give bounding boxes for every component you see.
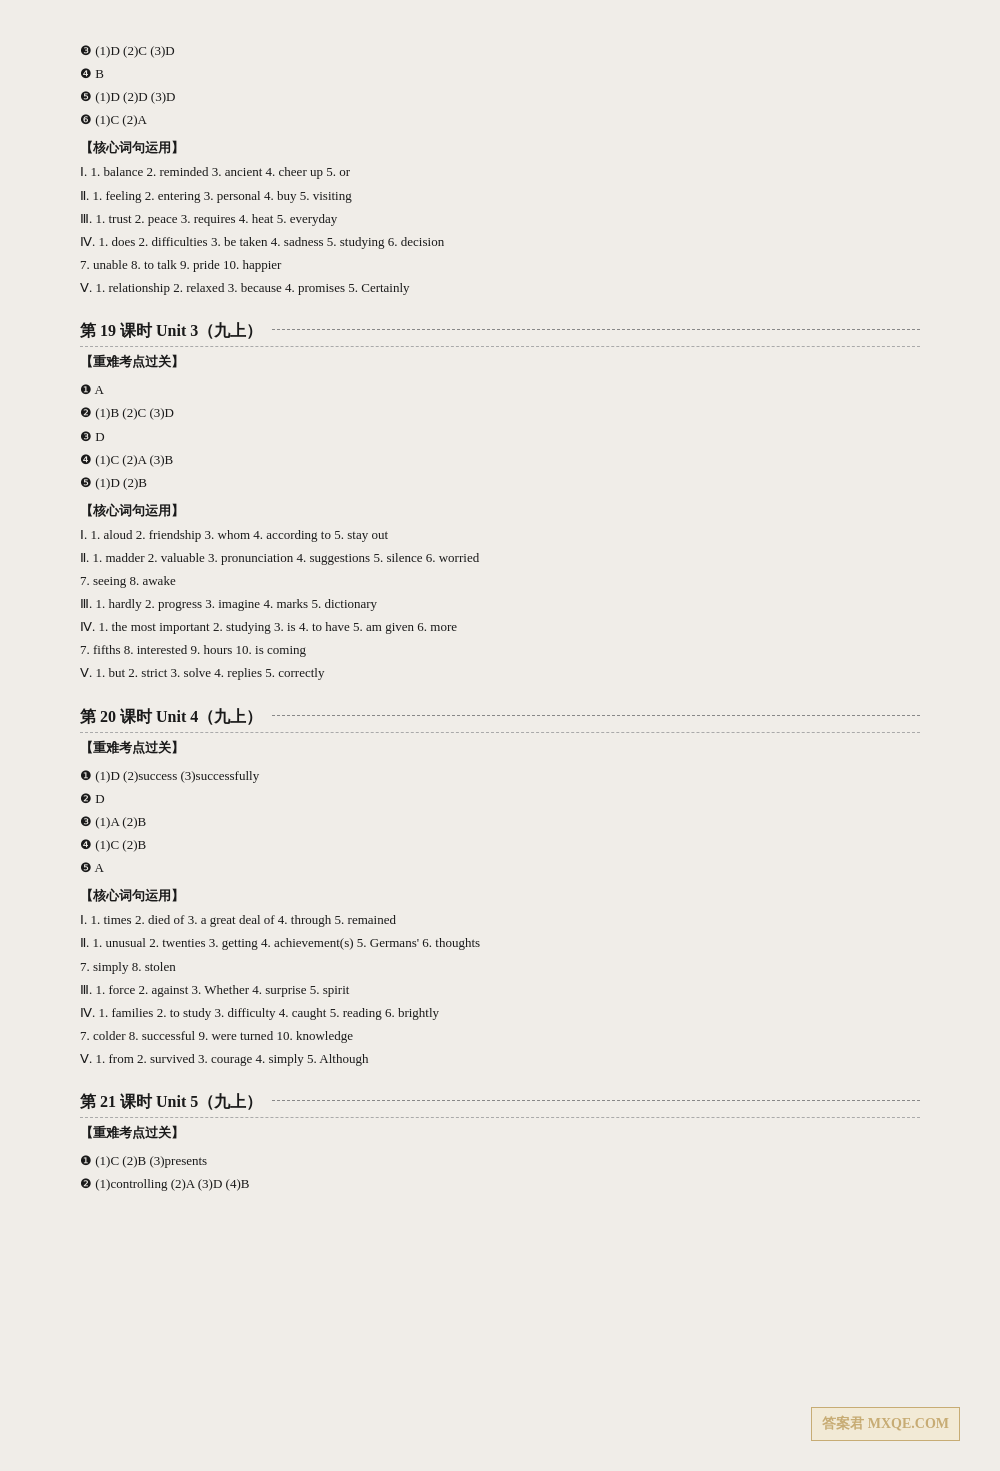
header-dots <box>272 329 920 330</box>
answer-line: ❶ (1)C (2)B (3)presents <box>80 1150 920 1172</box>
vocab-line: Ⅱ. 1. unusual 2. twenties 3. getting 4. … <box>80 932 920 954</box>
answer-line: ❸ D <box>80 426 920 448</box>
vocab-line: Ⅱ. 1. feeling 2. entering 3. personal 4.… <box>80 185 920 207</box>
vocab-section: 【核心词句运用】Ⅰ. 1. times 2. died of 3. a grea… <box>80 885 920 1070</box>
answer-line: ❹ (1)C (2)A (3)B <box>80 449 920 471</box>
header-dots <box>272 715 920 716</box>
answers-section: ❶ (1)D (2)success (3)successfully❷ D❸ (1… <box>80 765 920 879</box>
answer-line: ❹ B <box>80 63 920 85</box>
unit-title: 第 19 课时 Unit 3（九上） <box>80 317 262 344</box>
section-label: 【核心词句运用】 <box>80 137 920 159</box>
section-label: 【重难考点过关】 <box>80 1122 920 1144</box>
unit-title: 第 21 课时 Unit 5（九上） <box>80 1088 262 1115</box>
section-label: 【核心词句运用】 <box>80 885 920 907</box>
vocab-line: Ⅲ. 1. force 2. against 3. Whether 4. sur… <box>80 979 920 1001</box>
vocab-line: 7. colder 8. successful 9. were turned 1… <box>80 1025 920 1047</box>
vocab-section: 【核心词句运用】Ⅰ. 1. aloud 2. friendship 3. who… <box>80 500 920 685</box>
answer-line: ❸ (1)D (2)C (3)D <box>80 40 920 62</box>
vocab-section: 【核心词句运用】Ⅰ. 1. balance 2. reminded 3. anc… <box>80 137 920 299</box>
watermark: 答案君 MXQE.COM <box>811 1407 960 1441</box>
page-content: ❸ (1)D (2)C (3)D❹ B❺ (1)D (2)D (3)D❻ (1)… <box>80 40 920 1196</box>
vocab-line: Ⅲ. 1. trust 2. peace 3. requires 4. heat… <box>80 208 920 230</box>
header-dots <box>272 1100 920 1101</box>
answer-line: ❸ (1)A (2)B <box>80 811 920 833</box>
vocab-line: Ⅳ. 1. the most important 2. studying 3. … <box>80 616 920 638</box>
section-label: 【重难考点过关】 <box>80 351 920 373</box>
answer-line: ❶ A <box>80 379 920 401</box>
vocab-line: Ⅲ. 1. hardly 2. progress 3. imagine 4. m… <box>80 593 920 615</box>
section-label: 【核心词句运用】 <box>80 500 920 522</box>
vocab-line: Ⅴ. 1. but 2. strict 3. solve 4. replies … <box>80 662 920 684</box>
answer-line: ❶ (1)D (2)success (3)successfully <box>80 765 920 787</box>
answers-section: ❶ A❷ (1)B (2)C (3)D❸ D❹ (1)C (2)A (3)B❺ … <box>80 379 920 493</box>
answers-section: ❶ (1)C (2)B (3)presents❷ (1)controlling … <box>80 1150 920 1195</box>
answer-line: ❹ (1)C (2)B <box>80 834 920 856</box>
vocab-line: Ⅳ. 1. families 2. to study 3. difficulty… <box>80 1002 920 1024</box>
answers-section: ❸ (1)D (2)C (3)D❹ B❺ (1)D (2)D (3)D❻ (1)… <box>80 40 920 131</box>
answer-line: ❷ D <box>80 788 920 810</box>
answer-line: ❺ (1)D (2)B <box>80 472 920 494</box>
unit-header: 第 20 课时 Unit 4（九上） <box>80 703 920 733</box>
vocab-line: 7. seeing 8. awake <box>80 570 920 592</box>
vocab-line: Ⅱ. 1. madder 2. valuable 3. pronunciatio… <box>80 547 920 569</box>
vocab-line: Ⅰ. 1. times 2. died of 3. a great deal o… <box>80 909 920 931</box>
vocab-section: 【重难考点过关】 <box>80 351 920 373</box>
vocab-section: 【重难考点过关】 <box>80 1122 920 1144</box>
answer-line: ❺ (1)D (2)D (3)D <box>80 86 920 108</box>
answer-line: ❺ A <box>80 857 920 879</box>
unit-header: 第 19 课时 Unit 3（九上） <box>80 317 920 347</box>
vocab-line: Ⅰ. 1. balance 2. reminded 3. ancient 4. … <box>80 161 920 183</box>
vocab-line: 7. simply 8. stolen <box>80 956 920 978</box>
section-label: 【重难考点过关】 <box>80 737 920 759</box>
answer-line: ❷ (1)B (2)C (3)D <box>80 402 920 424</box>
vocab-line: Ⅴ. 1. relationship 2. relaxed 3. because… <box>80 277 920 299</box>
unit-header: 第 21 课时 Unit 5（九上） <box>80 1088 920 1118</box>
vocab-line: Ⅳ. 1. does 2. difficulties 3. be taken 4… <box>80 231 920 253</box>
unit-title: 第 20 课时 Unit 4（九上） <box>80 703 262 730</box>
vocab-line: 7. fifths 8. interested 9. hours 10. is … <box>80 639 920 661</box>
answer-line: ❻ (1)C (2)A <box>80 109 920 131</box>
vocab-line: Ⅰ. 1. aloud 2. friendship 3. whom 4. acc… <box>80 524 920 546</box>
vocab-line: 7. unable 8. to talk 9. pride 10. happie… <box>80 254 920 276</box>
vocab-line: Ⅴ. 1. from 2. survived 3. courage 4. sim… <box>80 1048 920 1070</box>
vocab-section: 【重难考点过关】 <box>80 737 920 759</box>
answer-line: ❷ (1)controlling (2)A (3)D (4)B <box>80 1173 920 1195</box>
